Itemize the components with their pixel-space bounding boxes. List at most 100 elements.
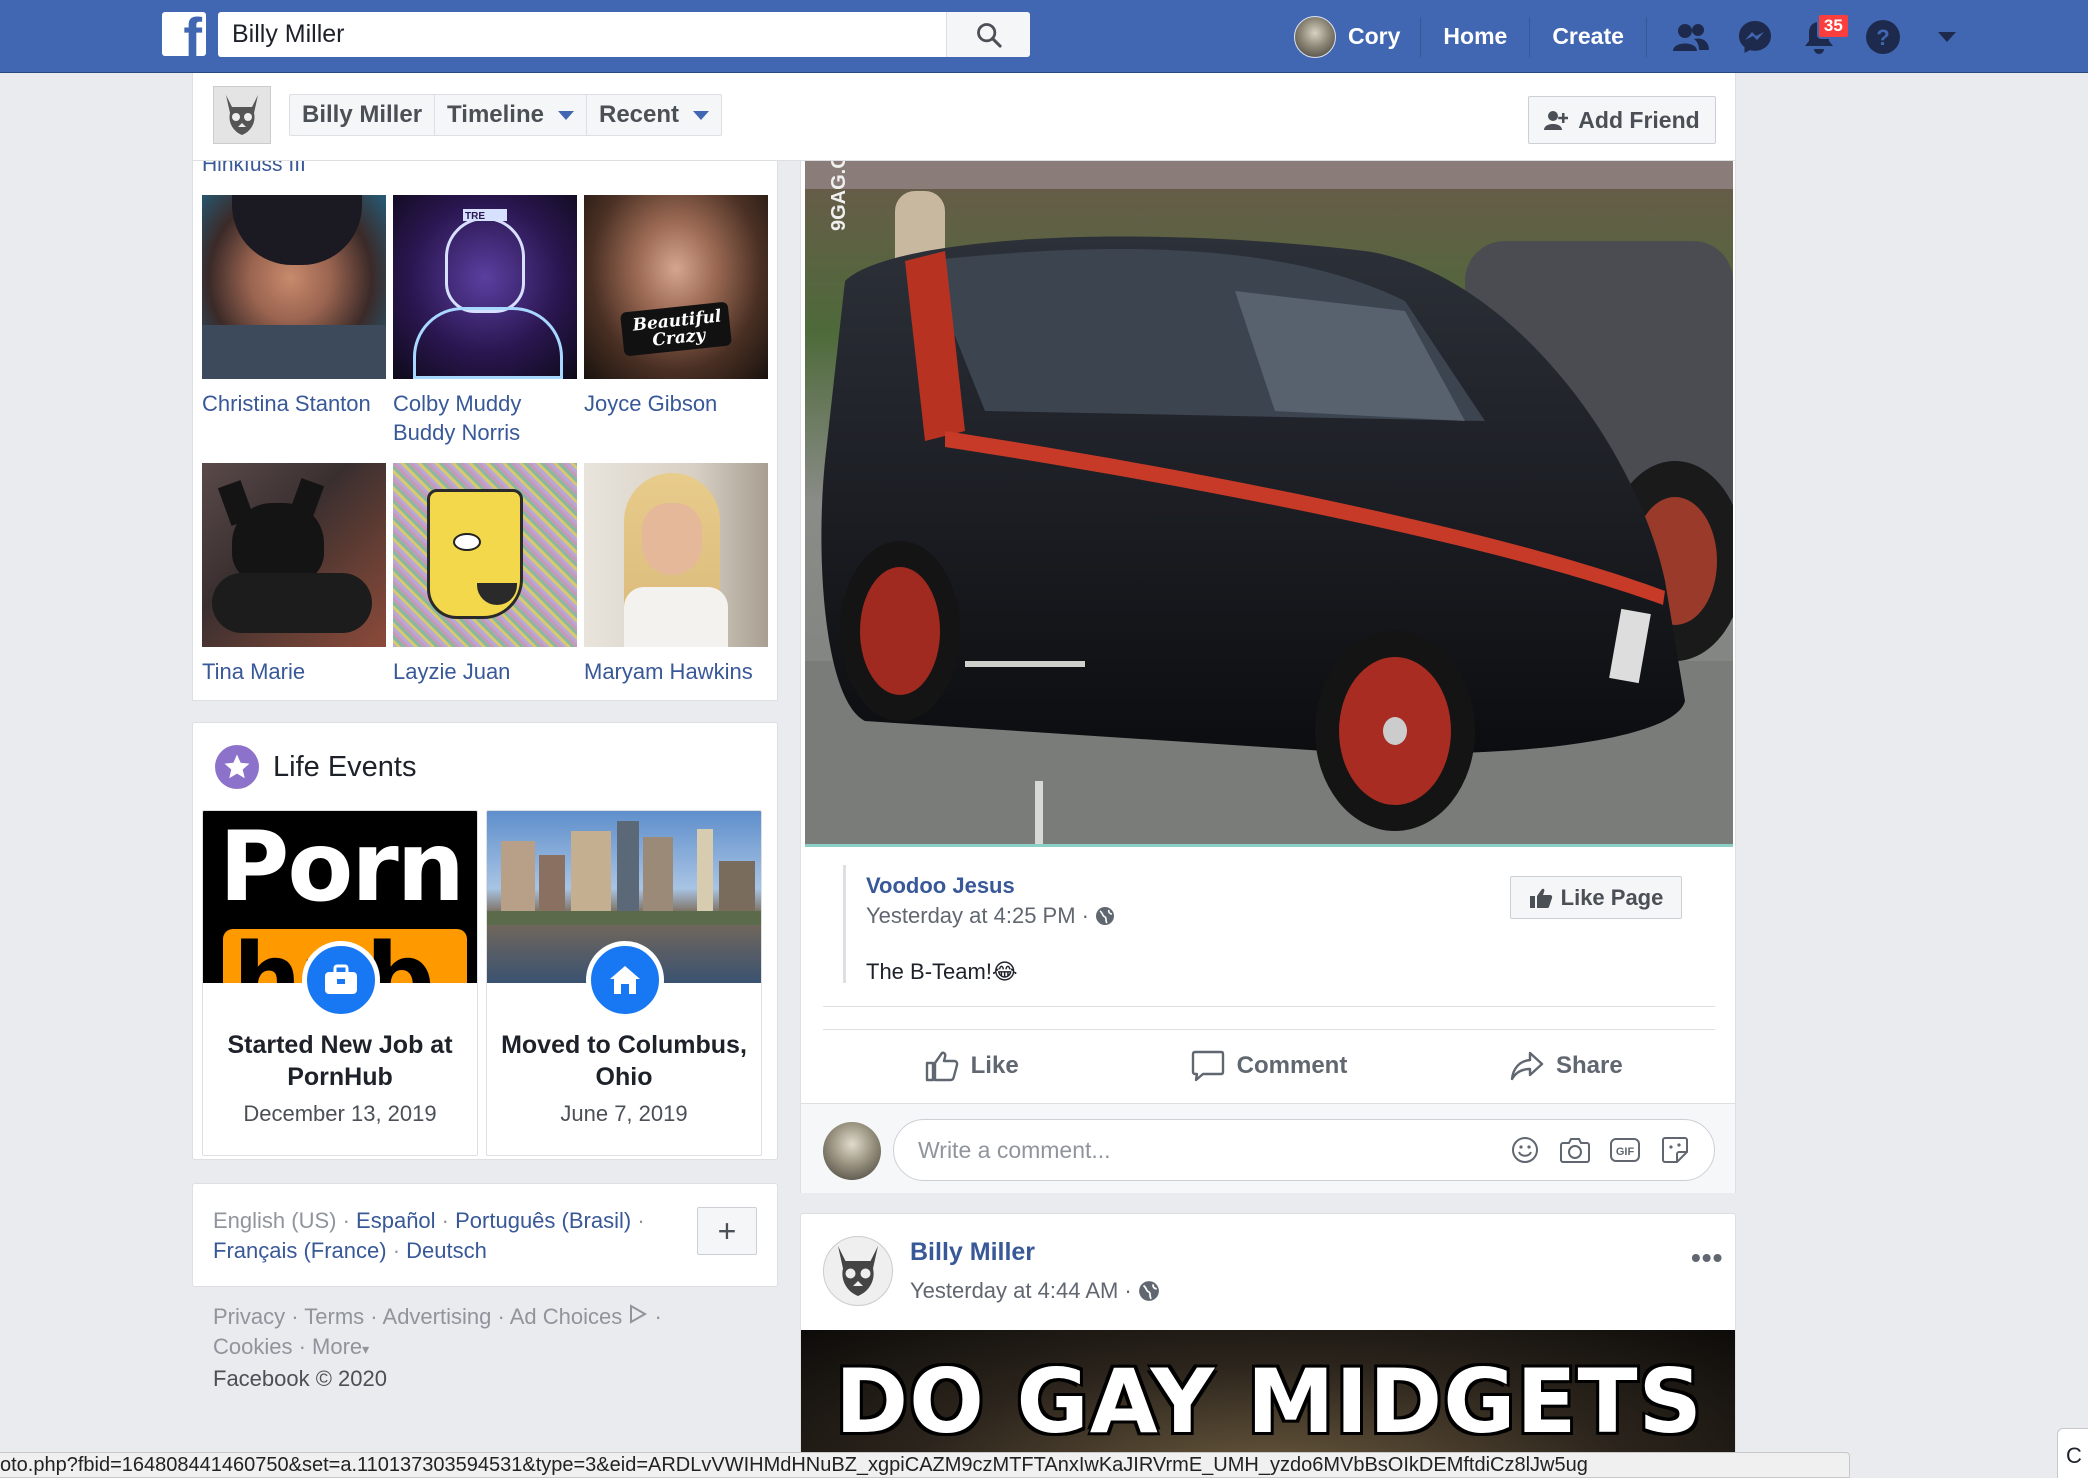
timeline-label: Timeline bbox=[447, 101, 544, 128]
comment-input[interactable] bbox=[918, 1120, 1478, 1180]
nav-icons: 35 ? bbox=[1659, 12, 1979, 62]
language-link[interactable]: Deutsch bbox=[406, 1238, 487, 1263]
chevron-down-icon bbox=[693, 110, 710, 120]
nav-profile-link[interactable]: Cory bbox=[1294, 15, 1422, 58]
footer-privacy-link[interactable]: Privacy bbox=[213, 1304, 285, 1329]
add-friend-button[interactable]: Add Friend bbox=[1528, 96, 1716, 144]
emoji-button[interactable] bbox=[1500, 1130, 1550, 1170]
friend-photo[interactable] bbox=[584, 463, 768, 647]
friend-photo[interactable]: Beautiful Crazy bbox=[584, 195, 768, 379]
search-button[interactable] bbox=[946, 12, 1030, 57]
friend-photo[interactable] bbox=[393, 463, 577, 647]
sticker-button[interactable] bbox=[1650, 1130, 1700, 1170]
like-page-label: Like Page bbox=[1560, 884, 1664, 910]
friend-name[interactable]: Layzie Juan bbox=[393, 657, 577, 686]
language-link[interactable]: Français (France) bbox=[213, 1238, 387, 1263]
friend-photo[interactable]: TRE bbox=[393, 195, 577, 379]
like-label: Like bbox=[970, 1051, 1019, 1079]
post-timestamp[interactable]: Yesterday at 4:44 AM · bbox=[910, 1278, 1160, 1304]
post-text: The B-Team!😂 bbox=[866, 959, 1018, 984]
life-event-card[interactable]: Porn hub Started New Job at PornHub Dece… bbox=[202, 810, 478, 1156]
account-menu-button[interactable] bbox=[1915, 12, 1979, 62]
divider bbox=[823, 1006, 1715, 1007]
page-name-link[interactable]: Voodoo Jesus bbox=[866, 873, 1015, 899]
help-icon: ? bbox=[1865, 19, 1900, 54]
friend-name[interactable]: Tina Marie bbox=[202, 657, 386, 686]
friend-name[interactable]: Colby Muddy Buddy Norris bbox=[393, 389, 577, 447]
watermark-text: 9GAG.COM bbox=[828, 161, 850, 231]
like-button[interactable]: Like bbox=[823, 1030, 1120, 1101]
post-photo[interactable]: 9GAG.COM bbox=[805, 161, 1733, 847]
nav-create-link[interactable]: Create bbox=[1530, 16, 1647, 57]
search-input[interactable] bbox=[218, 12, 946, 57]
add-language-button[interactable]: + bbox=[697, 1207, 757, 1255]
avatar[interactable] bbox=[823, 1122, 881, 1180]
friend-photo[interactable] bbox=[202, 463, 386, 647]
briefcase-button bbox=[302, 941, 380, 1019]
comment-box: GIF bbox=[893, 1119, 1715, 1181]
friend-name-link[interactable]: Hinkfuss III bbox=[202, 161, 306, 177]
friend-photo[interactable] bbox=[202, 195, 386, 379]
timeline-dropdown[interactable]: Timeline bbox=[435, 95, 587, 135]
recent-dropdown[interactable]: Recent bbox=[587, 95, 721, 135]
profile-name-link[interactable]: Billy Miller bbox=[290, 95, 436, 135]
footer-cookies-link[interactable]: Cookies bbox=[213, 1334, 292, 1359]
footer-ad-choices-link[interactable]: Ad Choices bbox=[510, 1304, 623, 1329]
footer-terms-link[interactable]: Terms bbox=[304, 1304, 364, 1329]
add-friend-icon bbox=[1544, 111, 1569, 130]
friend-tile[interactable]: Layzie Juan bbox=[393, 463, 577, 686]
friend-tile[interactable]: TRE Colby Muddy Buddy Norris bbox=[393, 195, 577, 447]
gif-icon-text: GIF bbox=[1616, 1146, 1635, 1158]
event-title[interactable]: Started New Job at PornHub bbox=[203, 1029, 477, 1093]
friend-tile[interactable]: Tina Marie bbox=[202, 463, 386, 686]
life-events-icon bbox=[215, 745, 259, 789]
corner-box: C bbox=[2057, 1428, 2088, 1478]
friend-name[interactable]: Maryam Hawkins bbox=[584, 657, 768, 686]
friend-name[interactable]: Christina Stanton bbox=[202, 389, 386, 418]
car-photo-image: 9GAG.COM bbox=[805, 161, 1733, 844]
life-events-header: Life Events bbox=[215, 745, 416, 789]
post-author-link[interactable]: Billy Miller bbox=[910, 1238, 1035, 1267]
skull-avatar-icon bbox=[838, 1246, 878, 1296]
profile-breadcrumb: Billy Miller Timeline Recent bbox=[289, 94, 723, 136]
comment-button[interactable]: Comment bbox=[1120, 1030, 1417, 1101]
post-time-text: Yesterday at 4:44 AM · bbox=[910, 1278, 1132, 1303]
like-page-button[interactable]: Like Page bbox=[1510, 876, 1682, 919]
post-action-bar: Like Comment Share bbox=[823, 1029, 1715, 1101]
footer-advertising-link[interactable]: Advertising bbox=[383, 1304, 492, 1329]
messenger-button[interactable] bbox=[1723, 12, 1787, 62]
friend-tile[interactable]: Christina Stanton bbox=[202, 195, 386, 418]
comment-tools: GIF bbox=[1500, 1130, 1700, 1170]
status-bar-url: oto.php?fbid=164808441460750&set=a.11013… bbox=[0, 1452, 1850, 1478]
help-button[interactable]: ? bbox=[1851, 12, 1915, 62]
nav-home-link[interactable]: Home bbox=[1421, 16, 1531, 57]
footer-more-link[interactable]: More bbox=[312, 1334, 362, 1359]
photo-button[interactable] bbox=[1550, 1130, 1600, 1170]
life-events-card: Life Events Porn hub Started New Job at … bbox=[192, 722, 778, 1160]
current-language: English (US) bbox=[213, 1208, 337, 1233]
life-event-card[interactable]: Moved to Columbus, Ohio June 7, 2019 bbox=[486, 810, 762, 1156]
notifications-button[interactable]: 35 bbox=[1787, 12, 1851, 62]
recent-label: Recent bbox=[598, 101, 680, 128]
friend-tile[interactable]: Beautiful Crazy Joyce Gibson bbox=[584, 195, 768, 418]
friend-requests-button[interactable] bbox=[1659, 12, 1723, 62]
more-options-button[interactable]: ••• bbox=[1691, 1242, 1723, 1274]
post-timestamp[interactable]: Yesterday at 4:25 PM · bbox=[866, 903, 1115, 929]
account-menu-icon bbox=[1937, 31, 1956, 42]
event-title[interactable]: Moved to Columbus, Ohio bbox=[487, 1029, 761, 1093]
share-button[interactable]: Share bbox=[1418, 1030, 1715, 1101]
avatar[interactable] bbox=[823, 1236, 893, 1306]
language-link[interactable]: Español bbox=[356, 1208, 436, 1233]
event-image-text: Porn bbox=[219, 811, 465, 923]
gif-button[interactable]: GIF bbox=[1600, 1130, 1650, 1170]
life-events-title: Life Events bbox=[273, 750, 417, 783]
nav-user-name: Cory bbox=[1348, 23, 1401, 49]
friend-tile[interactable]: Maryam Hawkins bbox=[584, 463, 768, 686]
profile-avatar[interactable] bbox=[213, 86, 271, 144]
facebook-logo[interactable]: f bbox=[162, 12, 206, 56]
friend-name[interactable]: Joyce Gibson bbox=[584, 389, 768, 418]
chevron-down-icon: ▾ bbox=[362, 1341, 370, 1357]
language-link[interactable]: Português (Brasil) bbox=[455, 1208, 631, 1233]
shared-post-block: Voodoo Jesus Yesterday at 4:25 PM · The … bbox=[843, 865, 1701, 984]
gif-icon: GIF bbox=[1610, 1138, 1640, 1162]
